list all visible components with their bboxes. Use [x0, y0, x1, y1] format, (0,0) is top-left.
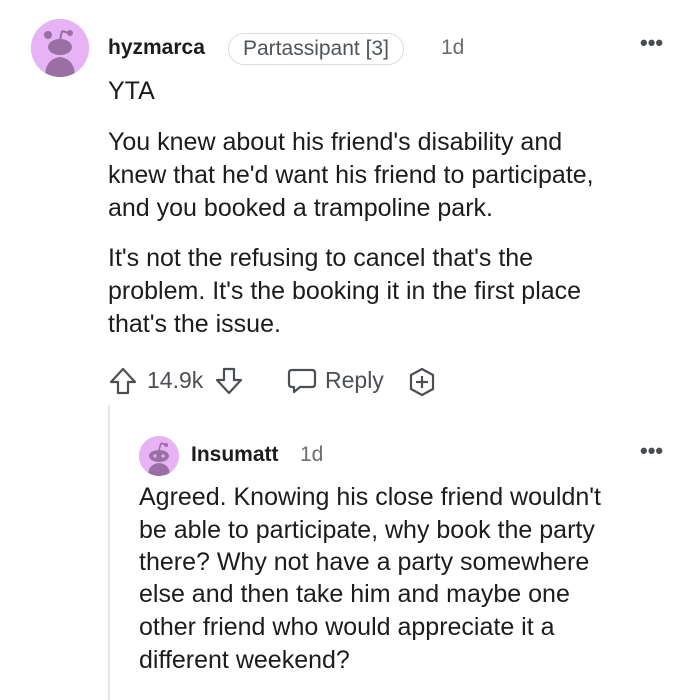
speech-bubble-icon: [286, 366, 318, 396]
user-flair: Partassipant [3]: [228, 33, 404, 65]
timestamp[interactable]: 1d: [300, 443, 323, 467]
vote-score: 14.9k: [147, 367, 204, 393]
reply-button[interactable]: Reply: [286, 364, 386, 398]
more-options-icon[interactable]: •••: [640, 440, 663, 462]
username[interactable]: hyzmarca: [108, 36, 205, 60]
thread-line[interactable]: [108, 405, 110, 700]
reply-text-line: other friend who would appreciate it a: [139, 613, 555, 641]
comment-text-line: that's the issue.: [108, 310, 281, 338]
reply-text-line: be able to participate, why book the par…: [139, 516, 595, 544]
comment-text-line: knew that he'd want his friend to partic…: [108, 161, 594, 189]
award-plus-icon[interactable]: [406, 366, 438, 398]
downvote-arrow-icon[interactable]: [214, 366, 244, 396]
reply-text-line: different weekend?: [139, 646, 350, 674]
reply-text-line: else and then take him and maybe one: [139, 580, 570, 608]
username[interactable]: Insumatt: [191, 443, 279, 467]
snoo-avatar-icon: [31, 19, 89, 77]
comment-text-line: problem. It's the booking it in the firs…: [108, 277, 582, 305]
comment-text-line: and you booked a trampoline park.: [108, 194, 493, 222]
reply-label: Reply: [325, 367, 384, 393]
more-options-icon[interactable]: •••: [640, 32, 663, 54]
upvote-arrow-icon[interactable]: [108, 366, 138, 396]
reply-text-line: there? Why not have a party somewhere: [139, 548, 590, 576]
avatar[interactable]: [31, 19, 89, 77]
comment-verdict: YTA: [108, 77, 155, 105]
timestamp[interactable]: 1d: [441, 36, 464, 60]
snoo-avatar-icon: [139, 436, 179, 476]
comment-text-line: You knew about his friend's disability a…: [108, 128, 563, 156]
avatar[interactable]: [139, 436, 179, 476]
comment-actions: 14.9k Reply: [108, 364, 468, 398]
comment-text-line: It's not the refusing to cancel that's t…: [108, 244, 534, 272]
reply-text-line: Agreed. Knowing his close friend wouldn'…: [139, 483, 601, 511]
